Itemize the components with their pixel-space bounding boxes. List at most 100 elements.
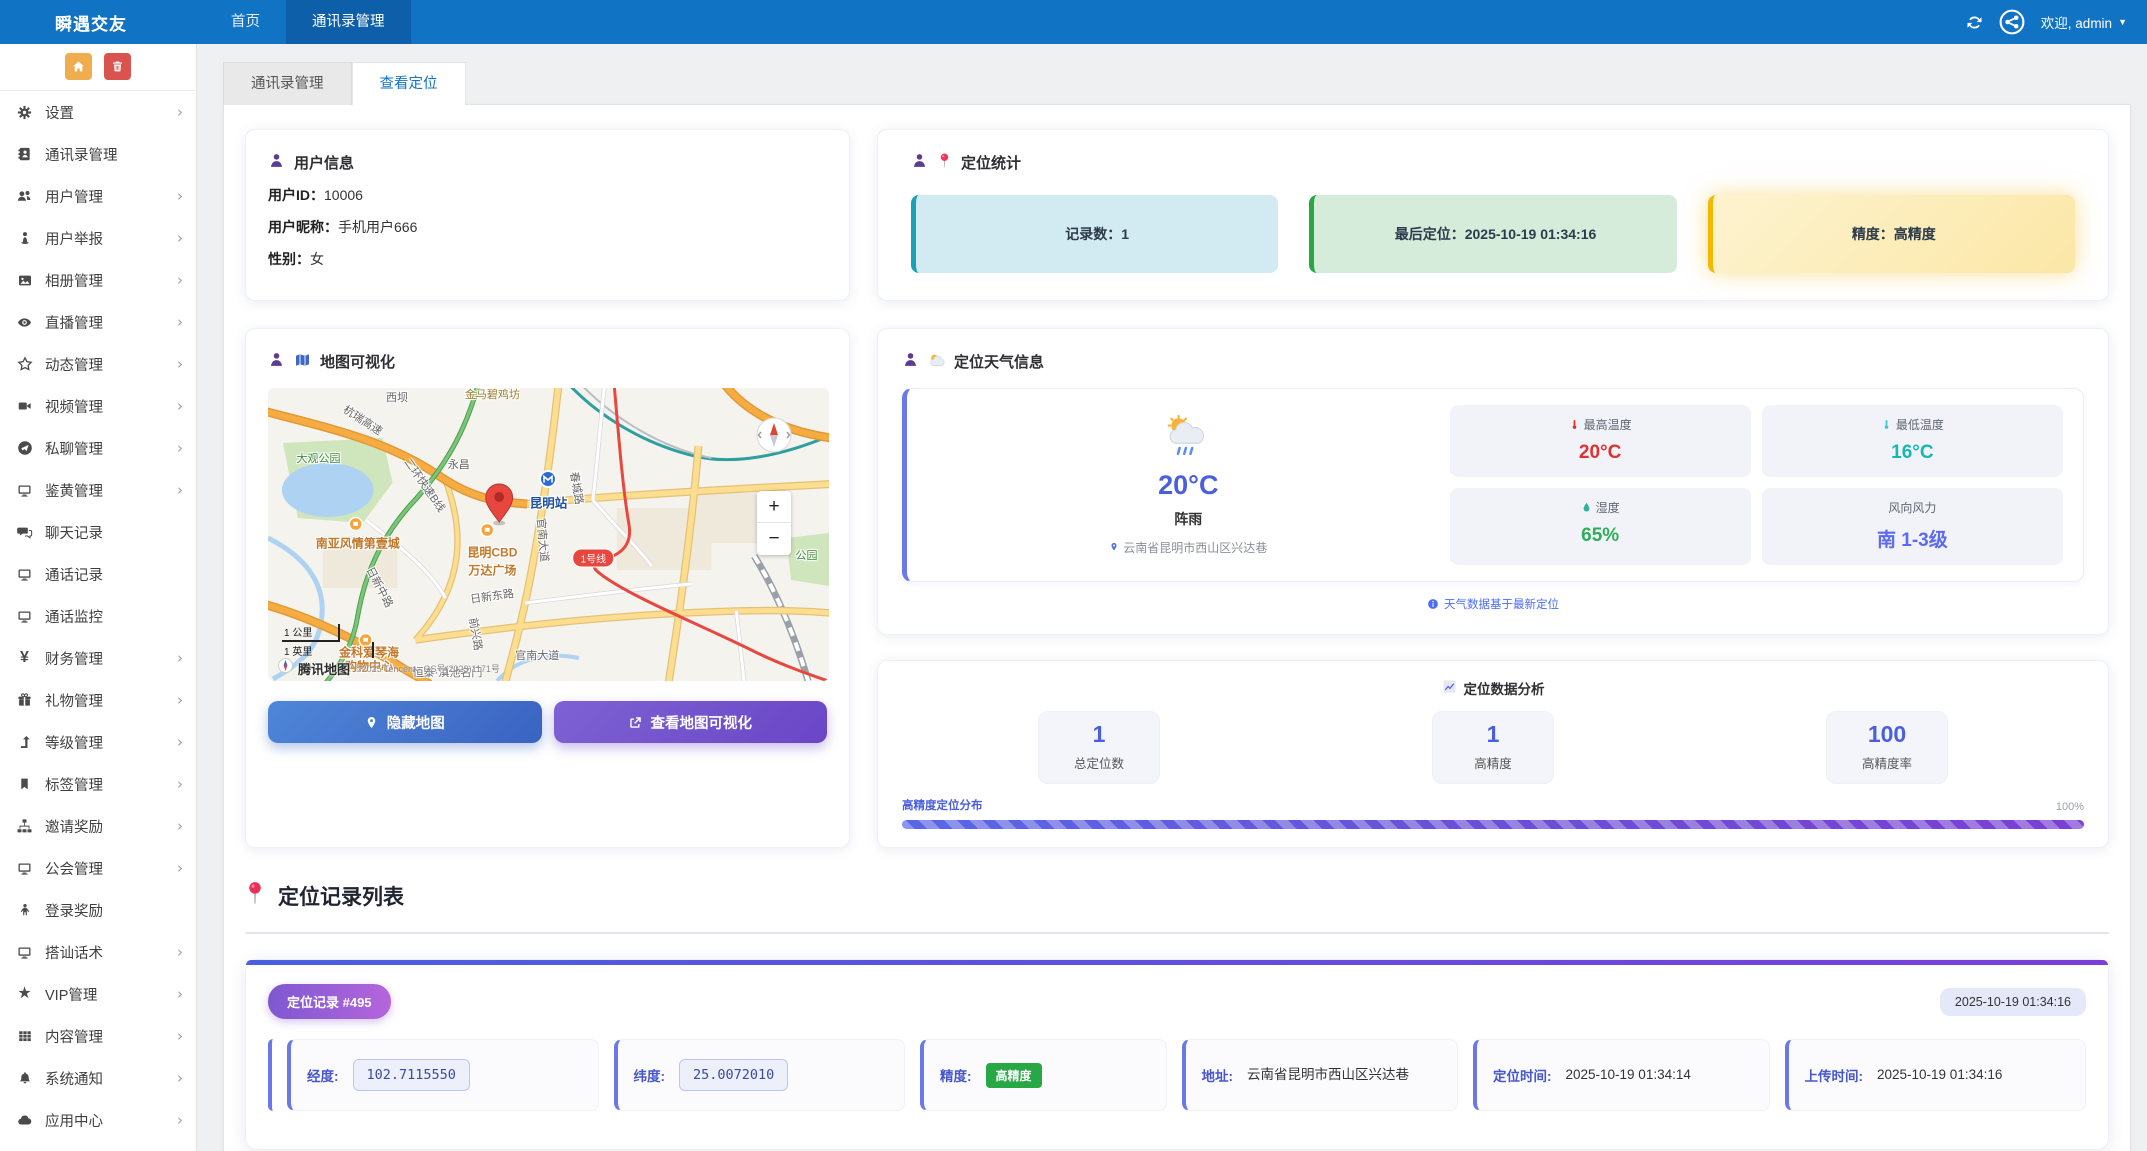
- sidebar-item[interactable]: 标签管理 ›: [0, 763, 196, 805]
- view-map-visualization-button[interactable]: 查看地图可视化: [554, 701, 828, 743]
- card-title: 定位统计: [961, 152, 1021, 173]
- sidebar-item-label: 用户管理: [45, 186, 171, 207]
- map-label: 永昌: [448, 456, 470, 472]
- sidebar-item-label: 用户举报: [45, 228, 171, 249]
- tab-view-location[interactable]: 查看定位: [352, 62, 466, 105]
- record-field: 精度:高精度: [920, 1039, 1167, 1111]
- sidebar-item-label: 登录奖励: [45, 900, 183, 921]
- current-temperature: 20°C: [1158, 470, 1218, 501]
- trash-button[interactable]: [104, 53, 131, 80]
- zoom-out-button[interactable]: −: [757, 523, 791, 555]
- map-label: 昆明CBD: [467, 544, 517, 561]
- precision-progress-bar: [902, 820, 2084, 829]
- sidebar-item[interactable]: 登录奖励: [0, 889, 196, 931]
- nav-item-home[interactable]: 首页: [205, 0, 286, 44]
- sidebar-item[interactable]: 邀请奖励›: [0, 805, 196, 847]
- pin-icon: [937, 152, 952, 173]
- sidebar-item[interactable]: 私聊管理›: [0, 427, 196, 469]
- sidebar-item[interactable]: 搭讪话术›: [0, 931, 196, 973]
- home-button[interactable]: [65, 53, 92, 80]
- sidebar-item[interactable]: 应用中心 ›: [0, 1099, 196, 1141]
- monitor-icon: [14, 482, 35, 499]
- stat-box: 最后定位：2025-10-19 01:34:16: [1309, 195, 1676, 273]
- person-pin-icon: [14, 230, 35, 247]
- sidebar-item-label: 直播管理: [45, 312, 171, 333]
- sidebar-item[interactable]: 礼物管理›: [0, 679, 196, 721]
- weather-card: 定位天气信息 20°C 阵雨 云南省昆明市西山区兴达巷 最高温度20: [877, 328, 2109, 635]
- sidebar-item[interactable]: 相册管理›: [0, 259, 196, 301]
- analysis-tile: 1高精度: [1432, 711, 1554, 784]
- sidebar-item[interactable]: ★VIP管理›: [0, 973, 196, 1015]
- chevron-right-icon: ›: [177, 229, 183, 247]
- sidebar-item[interactable]: 通话记录: [0, 553, 196, 595]
- sidebar-item[interactable]: 等级管理›: [0, 721, 196, 763]
- rain-cloud-icon: [1164, 415, 1212, 462]
- card-title: 定位天气信息: [954, 351, 1044, 372]
- sidebar-item[interactable]: 动态管理›: [0, 343, 196, 385]
- field-label: 经度:: [307, 1065, 339, 1085]
- sidebar-item[interactable]: 鉴黄管理›: [0, 469, 196, 511]
- chevron-right-icon: ›: [177, 943, 183, 961]
- sidebar-item-label: 应用中心: [45, 1110, 171, 1131]
- weather-tile: 湿度65%: [1450, 488, 1751, 565]
- card-title: 地图可视化: [320, 351, 395, 372]
- tencent-compass-icon: [278, 658, 293, 678]
- nav-item-contacts[interactable]: 通讯录管理: [286, 0, 411, 44]
- sidebar-item-label: 标签管理: [45, 774, 171, 795]
- chevron-right-icon: ›: [177, 817, 183, 835]
- grid-icon: [14, 1028, 35, 1045]
- top-navbar: 瞬遇交友 首页 通讯录管理 欢迎, admin▼: [0, 0, 2147, 44]
- pin-white-icon: [365, 715, 378, 730]
- zoom-in-button[interactable]: +: [757, 491, 791, 523]
- tab-contacts[interactable]: 通讯录管理: [223, 62, 352, 105]
- user-info-row: 性别：女: [268, 249, 827, 269]
- record-field: 纬度:25.0072010: [614, 1039, 906, 1111]
- sidebar-item[interactable]: 通话监控: [0, 595, 196, 637]
- sidebar-item[interactable]: 内容管理›: [0, 1015, 196, 1057]
- sidebar-item[interactable]: 聊天记录: [0, 511, 196, 553]
- divider: [245, 932, 2109, 934]
- chevron-right-icon: ›: [177, 1027, 183, 1045]
- refresh-icon[interactable]: [1966, 14, 1983, 31]
- record-badge: 定位记录 #495: [268, 984, 391, 1019]
- analysis-title: 定位数据分析: [1464, 678, 1545, 698]
- hide-map-button[interactable]: 隐藏地图: [268, 701, 542, 743]
- sidebar-item[interactable]: 公会管理›: [0, 847, 196, 889]
- avatar[interactable]: [1999, 9, 2025, 35]
- pin-blue-icon: [1109, 541, 1119, 553]
- chevron-right-icon: ›: [177, 775, 183, 793]
- sidebar-item[interactable]: 用户举报 ›: [0, 217, 196, 259]
- sidebar-item-label: 相册管理: [45, 270, 171, 291]
- external-link-icon: [629, 716, 642, 729]
- monitor-icon: [14, 566, 35, 583]
- compass-control[interactable]: [755, 416, 793, 454]
- sidebar-item[interactable]: ¥财务管理›: [0, 637, 196, 679]
- map-label: 万达广场: [468, 561, 516, 578]
- sidebar-item[interactable]: 通讯录管理: [0, 133, 196, 175]
- gift-icon: [14, 692, 35, 709]
- chevron-right-icon: ›: [177, 187, 183, 205]
- map[interactable]: 西坝金马碧鸡坊杭瑞高速永昌大观公园二环快速B线春城路昆明站南亚风情第壹城官南大道…: [268, 388, 829, 681]
- sidebar-item[interactable]: 视频管理›: [0, 385, 196, 427]
- sidebar-item[interactable]: 系统通知›: [0, 1057, 196, 1099]
- map-zoom-control: + −: [757, 491, 791, 555]
- map-label: 南亚风情第壹城: [316, 535, 400, 552]
- record-field: 定位时间:2025-10-19 01:34:14: [1473, 1039, 1770, 1111]
- weather-condition: 阵雨: [1174, 509, 1202, 529]
- yen-icon: ¥: [14, 650, 35, 667]
- sidebar-item[interactable]: 直播管理›: [0, 301, 196, 343]
- chevron-right-icon: ›: [177, 1111, 183, 1129]
- field-value: 102.7115550: [353, 1059, 470, 1091]
- chart-icon: [1442, 679, 1457, 697]
- bookmark-icon: [14, 776, 35, 793]
- location-record-card: 定位记录 #495 2025-10-19 01:34:16 经度: 102.711…: [245, 959, 2109, 1150]
- user-info-row: 用户昵称：手机用户666: [268, 217, 827, 237]
- field-label: 定位时间:: [1493, 1065, 1552, 1085]
- sidebar-actions: [0, 44, 196, 91]
- sidebar-item[interactable]: 设置›: [0, 91, 196, 133]
- records-section-title: 定位记录列表: [245, 881, 2109, 911]
- sidebar-item[interactable]: 用户管理 ›: [0, 175, 196, 217]
- user-menu[interactable]: 欢迎, admin▼: [2041, 12, 2127, 32]
- record-field: 地址:云南省昆明市西山区兴达巷: [1182, 1039, 1459, 1111]
- field-value: 2025-10-19 01:34:16: [1877, 1065, 2002, 1085]
